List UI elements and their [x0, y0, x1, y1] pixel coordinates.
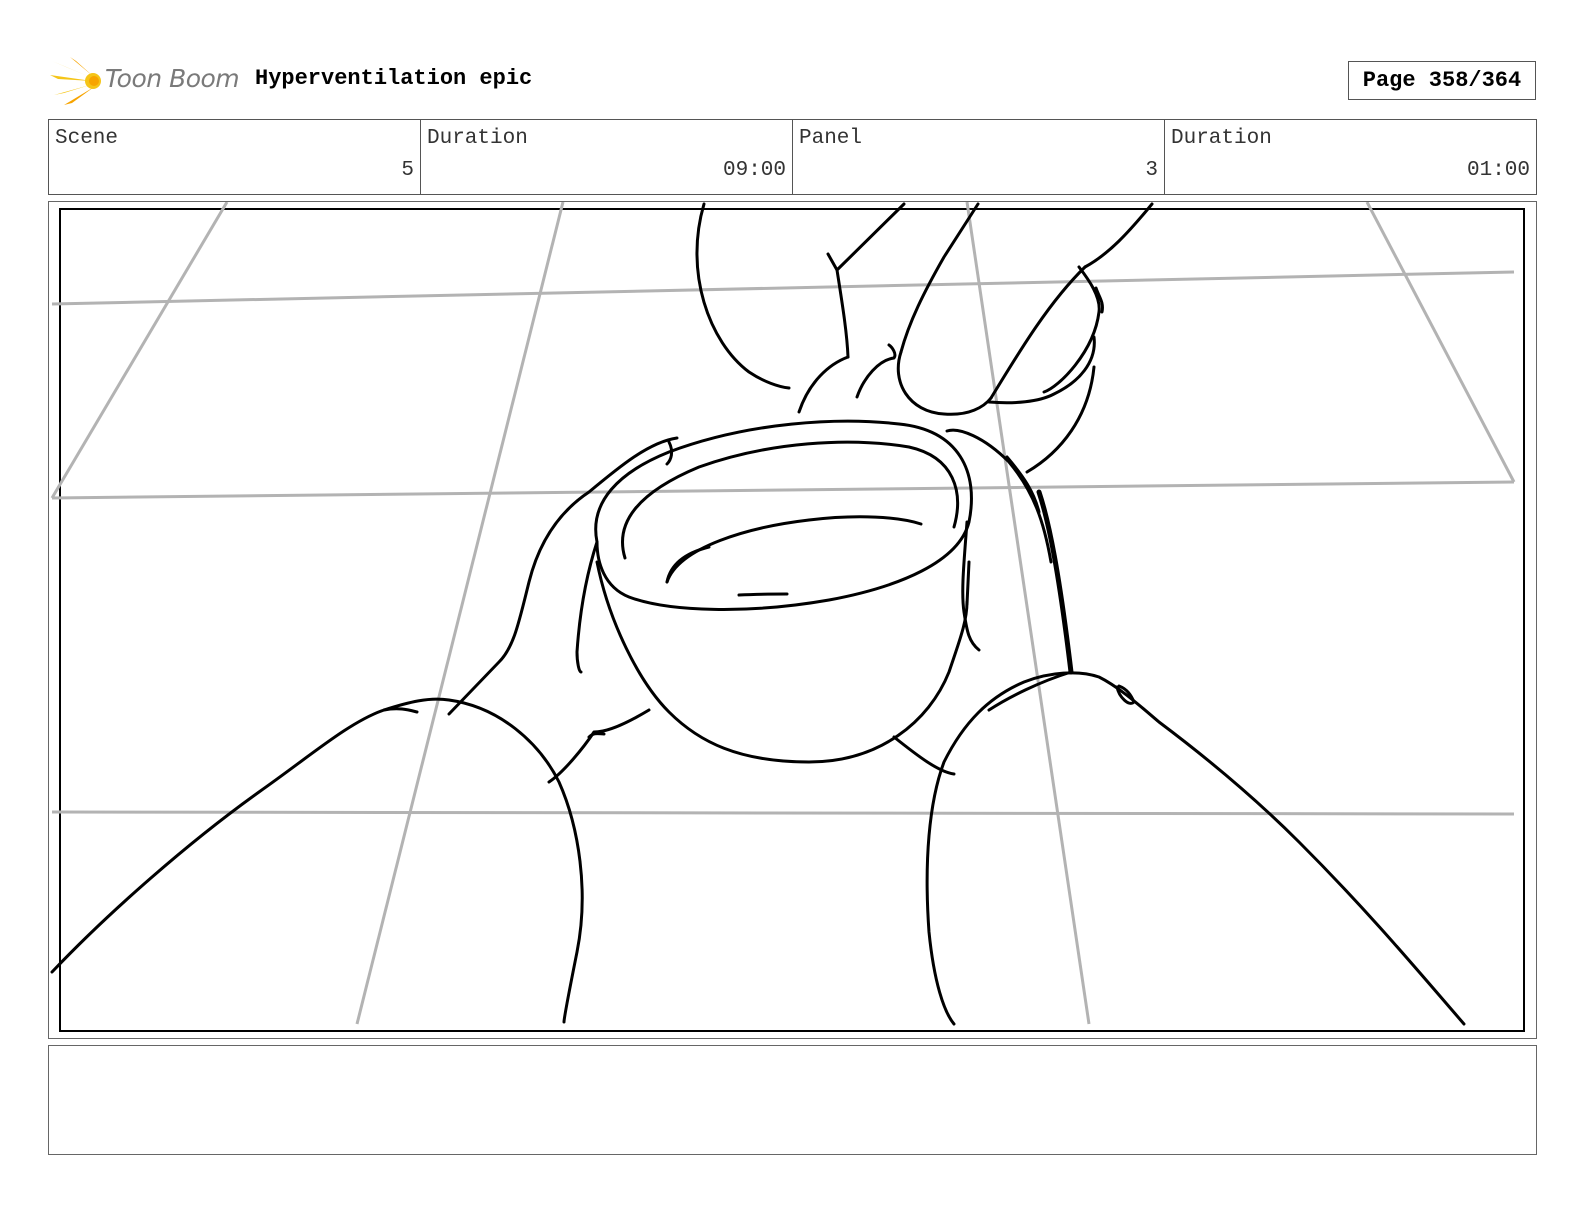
scene-duration-label: Duration	[427, 127, 528, 150]
scene-cell: Scene 5	[49, 120, 421, 194]
scene-duration-cell: Duration 09:00	[421, 120, 793, 194]
page-indicator: Page 358/364	[1348, 61, 1536, 100]
scene-label: Scene	[55, 127, 119, 150]
project-title: Hyperventilation epic	[255, 66, 533, 91]
panel-duration-value: 01:00	[1466, 159, 1530, 182]
panel-duration-label: Duration	[1171, 127, 1272, 150]
panel-duration-cell: Duration 01:00	[1165, 120, 1536, 194]
info-row: Scene 5 Duration 09:00 Panel 3 Duration …	[48, 119, 1537, 195]
caption-box	[48, 1045, 1537, 1155]
scene-value: 5	[401, 159, 414, 182]
brand-name: Toon Boom	[105, 64, 240, 93]
panel-cell: Panel 3	[793, 120, 1165, 194]
scene-duration-value: 09:00	[722, 159, 786, 182]
sketch-lines	[50, 202, 1466, 1026]
perspective-grid	[50, 202, 1516, 1025]
panel-value: 3	[1145, 159, 1158, 182]
camera-frame	[59, 208, 1525, 1032]
sunburst-icon	[50, 57, 101, 105]
panel-label: Panel	[799, 127, 863, 150]
storyboard-sketch	[50, 202, 1525, 1032]
